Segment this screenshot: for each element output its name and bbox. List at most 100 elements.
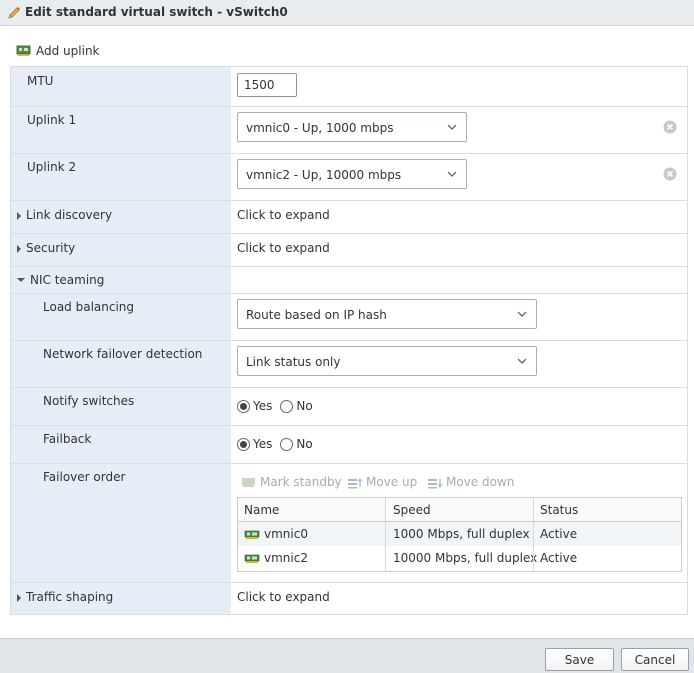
- link-discovery-toggle[interactable]: Link discovery: [17, 208, 112, 222]
- uplink-2-select[interactable]: vmnic2 - Up, 10000 mbps: [237, 159, 467, 189]
- move-down-label: Move down: [446, 475, 515, 489]
- load-balancing-select[interactable]: Route based on IP hash: [237, 299, 537, 329]
- network-card-add-icon: [16, 45, 31, 56]
- add-uplink-button[interactable]: Add uplink: [16, 42, 100, 60]
- caret-right-icon: [17, 211, 21, 220]
- network-card-icon: [244, 554, 260, 563]
- chevron-down-icon: [447, 171, 457, 177]
- security-expand[interactable]: Click to expand: [237, 241, 330, 255]
- column-divider: [533, 498, 534, 571]
- switch-settings-form: MTU Uplink 1 vmnic0 - Up, 1000 mbps Upli…: [10, 66, 688, 615]
- chevron-down-icon: [447, 124, 457, 130]
- column-header-name[interactable]: Name: [244, 503, 279, 517]
- nic-status: Active: [540, 527, 578, 541]
- failover-order-toolbar: Mark standby Move up Move down: [241, 475, 541, 491]
- clear-circle-icon[interactable]: [663, 120, 677, 134]
- failover-order-row: Failover order Mark standby Move up Move…: [11, 464, 687, 583]
- traffic-shaping-toggle[interactable]: Traffic shaping: [17, 590, 113, 604]
- nic-speed: 1000 Mbps, full duplex: [393, 527, 530, 541]
- radio-selected-dot: [240, 440, 247, 448]
- mark-standby-label: Mark standby: [260, 475, 342, 489]
- clear-circle-icon[interactable]: [663, 167, 677, 181]
- nic-name: vmnic0: [264, 527, 308, 541]
- mtu-row: MTU: [11, 67, 687, 107]
- uplink-1-row: Uplink 1 vmnic0 - Up, 1000 mbps: [11, 107, 687, 154]
- notify-switches-no-radio[interactable]: [280, 399, 294, 413]
- uplink-1-label: Uplink 1: [27, 113, 77, 127]
- move-down-button[interactable]: Move down: [427, 475, 514, 489]
- failback-no-label: No: [296, 437, 313, 451]
- table-header: Name Speed Status: [238, 498, 681, 522]
- failover-detection-select[interactable]: Link status only: [237, 346, 537, 376]
- network-card-icon: [244, 530, 260, 539]
- pencil-icon: [8, 7, 20, 19]
- chevron-down-icon: [517, 358, 527, 364]
- failover-detection-row: Network failover detection Link status o…: [11, 341, 687, 388]
- failover-detection-label: Network failover detection: [43, 347, 203, 361]
- uplink-2-value: vmnic2 - Up, 10000 mbps: [246, 168, 402, 182]
- mark-standby-button[interactable]: Mark standby: [241, 475, 342, 489]
- traffic-shaping-row: Traffic shaping Click to expand: [11, 583, 687, 614]
- notify-switches-radio-group: Yes No: [237, 399, 321, 413]
- notify-switches-row: Notify switches Yes No: [11, 388, 687, 426]
- network-card-icon: [242, 477, 255, 487]
- move-up-button[interactable]: Move up: [347, 475, 417, 489]
- failover-detection-value: Link status only: [246, 355, 341, 369]
- load-balancing-row: Load balancing Route based on IP hash: [11, 294, 687, 341]
- nic-teaming-label: NIC teaming: [30, 273, 105, 287]
- cancel-button[interactable]: Cancel: [621, 648, 689, 671]
- caret-down-icon: [17, 277, 25, 282]
- nic-name-cell: vmnic0: [244, 527, 308, 541]
- failover-order-label: Failover order: [43, 470, 126, 484]
- failback-label: Failback: [43, 432, 92, 446]
- failback-row: Failback Yes No: [11, 426, 687, 464]
- failback-yes-radio[interactable]: [237, 437, 250, 451]
- nic-speed: 10000 Mbps, full duplex: [393, 551, 538, 565]
- radio-selected-dot: [240, 402, 247, 410]
- dialog-footer: Save Cancel: [0, 638, 694, 673]
- nic-name-cell: vmnic2: [244, 551, 308, 565]
- nic-teaming-row: NIC teaming: [11, 267, 687, 294]
- column-header-speed[interactable]: Speed: [393, 503, 431, 517]
- notify-switches-yes-radio[interactable]: [237, 399, 250, 413]
- load-balancing-label: Load balancing: [43, 300, 135, 314]
- add-uplink-label: Add uplink: [36, 44, 100, 58]
- mtu-input[interactable]: [237, 73, 297, 97]
- nic-status: Active: [540, 551, 578, 565]
- link-discovery-label: Link discovery: [26, 208, 113, 222]
- link-discovery-expand[interactable]: Click to expand: [237, 208, 330, 222]
- load-balancing-value: Route based on IP hash: [246, 308, 387, 322]
- failback-yes-label: Yes: [253, 437, 273, 451]
- security-label: Security: [26, 241, 76, 255]
- security-toggle[interactable]: Security: [17, 241, 75, 255]
- nic-name: vmnic2: [264, 551, 308, 565]
- move-up-icon: [348, 477, 363, 488]
- chevron-down-icon: [517, 311, 527, 317]
- failback-radio-group: Yes No: [237, 437, 321, 451]
- traffic-shaping-expand[interactable]: Click to expand: [237, 590, 330, 604]
- notify-switches-yes-label: Yes: [253, 399, 273, 413]
- save-button[interactable]: Save: [545, 648, 614, 671]
- table-row[interactable]: vmnic0 1000 Mbps, full duplex Active: [238, 522, 681, 546]
- dialog-title-bar: Edit standard virtual switch - vSwitch0: [0, 0, 694, 26]
- move-down-icon: [428, 478, 443, 488]
- notify-switches-label: Notify switches: [43, 394, 135, 408]
- link-discovery-row: Link discovery Click to expand: [11, 201, 687, 234]
- mtu-label: MTU: [27, 74, 54, 88]
- failback-no-radio[interactable]: [280, 437, 294, 451]
- column-header-status[interactable]: Status: [540, 503, 578, 517]
- uplink-1-value: vmnic0 - Up, 1000 mbps: [246, 121, 394, 135]
- table-row[interactable]: vmnic2 10000 Mbps, full duplex Active: [238, 546, 681, 570]
- notify-switches-no-label: No: [296, 399, 313, 413]
- nic-teaming-toggle[interactable]: NIC teaming: [17, 273, 104, 287]
- dialog-title: Edit standard virtual switch - vSwitch0: [25, 5, 288, 19]
- uplink-1-select[interactable]: vmnic0 - Up, 1000 mbps: [237, 112, 467, 142]
- traffic-shaping-label: Traffic shaping: [26, 590, 114, 604]
- column-divider: [385, 498, 386, 571]
- uplink-2-label: Uplink 2: [27, 160, 77, 174]
- caret-right-icon: [17, 244, 21, 253]
- failover-order-table: Name Speed Status vmnic0 1000 Mbps, full…: [237, 497, 682, 572]
- uplink-2-row: Uplink 2 vmnic2 - Up, 10000 mbps: [11, 154, 687, 201]
- move-up-label: Move up: [366, 475, 418, 489]
- caret-right-icon: [17, 593, 21, 602]
